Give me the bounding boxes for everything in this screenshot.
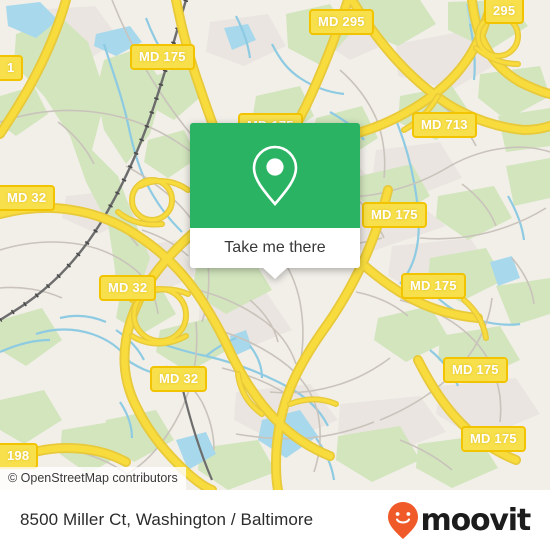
road-shield: MD 32 — [99, 275, 157, 301]
moovit-logo[interactable]: moovit — [386, 500, 532, 540]
address-label: 8500 Miller Ct, Washington / Baltimore — [20, 510, 314, 529]
road-shield: MD 175 — [461, 426, 526, 452]
callout-icon-panel — [190, 123, 360, 228]
callout-pointer-tail — [262, 267, 288, 279]
road-shield: MD 295 — [309, 9, 374, 35]
road-shield: MD 32 — [0, 185, 56, 211]
road-shield: MD 175 — [362, 202, 427, 228]
callout-action-panel[interactable]: Take me there — [190, 228, 360, 279]
moovit-smiley-pin-icon — [387, 502, 418, 539]
road-shield: MD 175 — [401, 273, 466, 299]
moovit-wordmark: moovit — [420, 502, 532, 538]
location-callout-card[interactable]: Take me there — [190, 123, 360, 279]
road-shield: MD 32 — [150, 366, 208, 392]
road-shield: MD 175 — [443, 357, 508, 383]
road-shield: 198 — [0, 443, 39, 469]
road-shield: MD 713 — [412, 112, 477, 138]
location-pin-icon — [252, 145, 298, 206]
map-attribution[interactable]: © OpenStreetMap contributors — [0, 466, 186, 490]
road-shield: MD 175 — [130, 44, 195, 70]
take-me-there-label: Take me there — [224, 239, 326, 256]
road-shield: 295 — [484, 0, 525, 24]
footer-bar: 8500 Miller Ct, Washington / Baltimore m… — [0, 490, 550, 550]
road-shield: 1 — [0, 55, 24, 81]
map-screenshot: 1 MD 175 MD 295 MD 713 MD 175 MD 32 MD 175 MD 3… — [0, 0, 550, 550]
